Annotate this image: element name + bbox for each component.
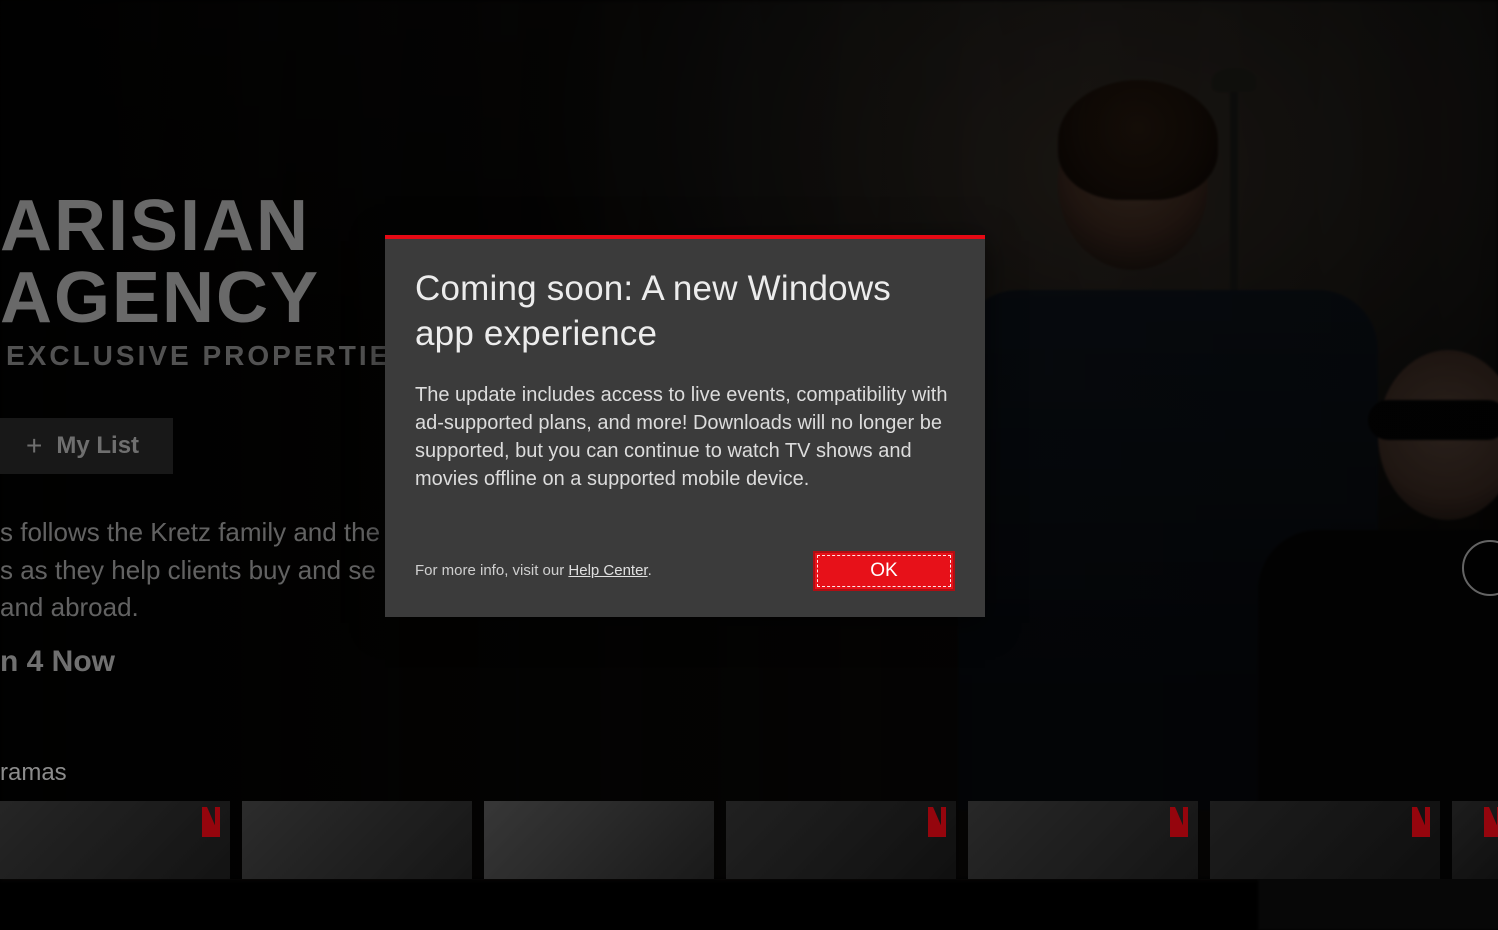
dialog-meta-prefix: For more info, visit our: [415, 562, 568, 579]
ok-button[interactable]: OK: [813, 551, 955, 591]
help-center-link[interactable]: Help Center: [568, 562, 647, 579]
dialog-meta: For more info, visit our Help Center.: [415, 562, 652, 579]
dialog-body: The update includes access to live event…: [415, 381, 955, 493]
dialog-meta-suffix: .: [648, 562, 652, 579]
announcement-dialog: Coming soon: A new Windows app experienc…: [385, 235, 985, 617]
dialog-title: Coming soon: A new Windows app experienc…: [415, 267, 955, 357]
